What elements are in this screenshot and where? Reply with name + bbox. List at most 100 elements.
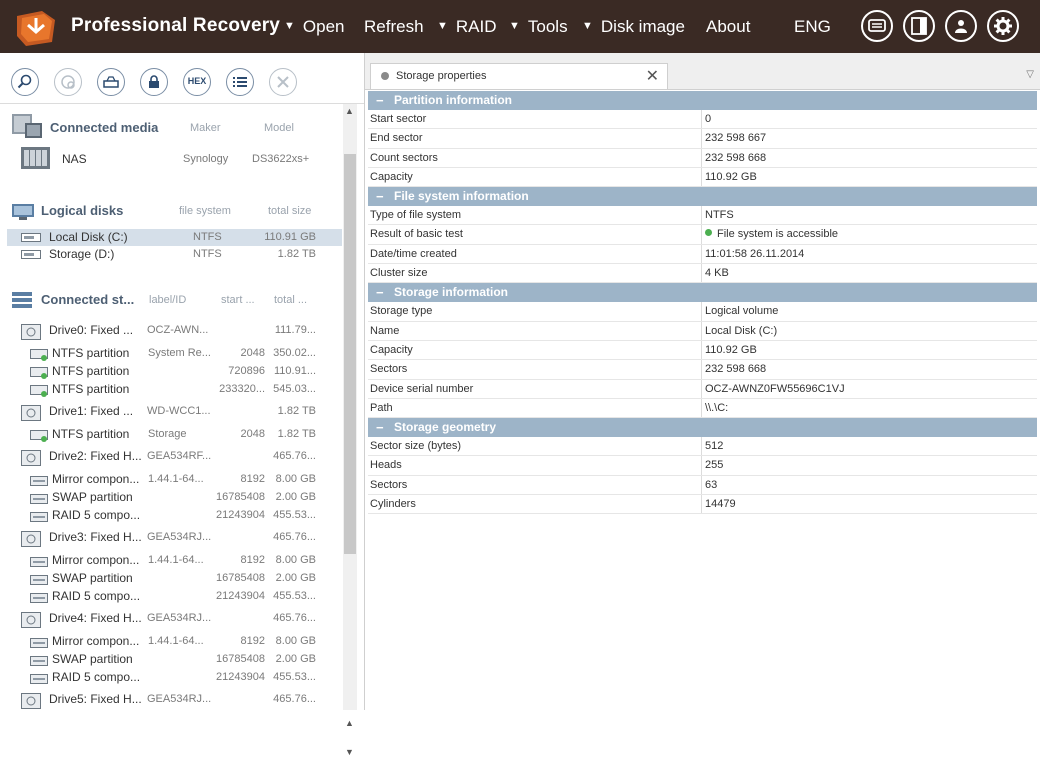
close-button[interactable] [269,68,297,96]
property-row[interactable]: Storage type Logical volume [368,302,1037,322]
drive-item[interactable]: Drive3: Fixed H... [49,530,142,544]
group-header[interactable]: − File system information [368,187,1037,207]
property-row[interactable]: Result of basic test File system is acces… [368,225,1037,245]
drive-item[interactable]: Drive0: Fixed ... [49,323,133,337]
column-divider [701,225,702,244]
drive-item[interactable]: Drive4: Fixed H... [49,611,142,625]
col-total: total ... [274,294,308,306]
media-item[interactable]: NAS [62,152,87,166]
group-header[interactable]: − Storage information [368,283,1037,303]
partition-item[interactable]: NTFS partition [52,382,129,396]
settings-button[interactable] [987,10,1019,42]
search-button[interactable] [11,68,39,96]
storage-start: 21243904 [216,509,265,521]
property-row[interactable]: Date/time created 11:01:58 26.11.2014 [368,244,1037,265]
property-row[interactable]: Device serial number OCZ-AWNZ0FW55696C1VJ [368,379,1037,399]
drive-button[interactable] [97,68,125,96]
property-row[interactable]: Sectors 63 [368,475,1037,496]
dropdown-arrow-icon: ▼ [284,20,295,32]
collapse-icon[interactable]: − [376,91,384,110]
raid-component-icon [30,557,48,567]
partition-item[interactable]: SWAP partition [52,490,133,504]
property-row[interactable]: Sector size (bytes) 512 [368,437,1037,457]
partition-item[interactable]: Mirror compon... [52,553,139,567]
tab-menu-icon[interactable]: ▽ [1026,69,1034,80]
user-button[interactable] [945,10,977,42]
partition-icon [30,349,48,361]
storage-start: 8192 [240,473,265,485]
tab-close-icon[interactable]: ✕ [646,66,659,86]
partition-item[interactable]: RAID 5 compo... [52,508,140,522]
panel-button[interactable] [903,10,935,42]
storage-size: 8.00 GB [275,554,316,566]
dropdown-arrow-icon: ▼ [509,20,520,32]
storage-size: 2.00 GB [275,572,316,584]
partition-item[interactable]: SWAP partition [52,652,133,666]
logical-disk-item[interactable]: Local Disk (C:) [49,230,128,244]
menu-about[interactable]: About [706,17,750,37]
property-row[interactable]: Capacity 110.92 GB [368,340,1037,361]
scroll-down-icon[interactable]: ▼ [345,747,354,757]
storage-start: 233320... [219,383,265,395]
logical-disk-item[interactable]: Storage (D:) [49,247,114,261]
partition-item[interactable]: NTFS partition [52,346,129,360]
tab-bar: Storage properties ✕ ▽ [365,53,1040,90]
collapse-icon[interactable]: − [376,187,384,206]
menu-open[interactable]: ▼ Open [284,17,344,37]
property-row[interactable]: Cylinders 14479 [368,495,1037,515]
property-row[interactable]: Name Local Disk (C:) [368,321,1037,341]
scan-button[interactable] [54,68,82,96]
menu-disk-image[interactable]: ▼ Disk image [582,17,685,37]
column-divider [701,206,702,225]
property-row[interactable]: End sector 232 598 667 [368,129,1037,149]
user-icon [955,20,967,33]
partition-item[interactable]: RAID 5 compo... [52,589,140,603]
partition-item[interactable]: NTFS partition [52,427,129,441]
menu-language[interactable]: ENG [794,17,831,37]
scrollbar[interactable]: ▲ ▲ ▼ [343,104,357,757]
group-header[interactable]: − Storage geometry [368,418,1037,438]
property-value: 11:01:58 26.11.2014 [705,247,805,260]
group-header[interactable]: − Partition information [368,91,1037,110]
partition-item[interactable]: RAID 5 compo... [52,670,140,684]
storage-label: GEA534RJ... [147,693,212,705]
raid-component-icon [30,638,48,648]
storage-start: 8192 [240,635,265,647]
property-row[interactable]: Capacity 110.92 GB [368,167,1037,188]
property-row[interactable]: Type of file system NTFS [368,206,1037,226]
chat-button[interactable] [861,10,893,42]
scrollbar-thumb[interactable] [344,154,356,554]
logical-disk-size: 110.91 GB [264,231,316,243]
scroll-up-icon[interactable]: ▲ [345,106,354,116]
hdd-icon [21,405,41,421]
drive-item[interactable]: Drive5: Fixed H... [49,692,142,706]
scroll-up-icon[interactable]: ▲ [345,718,354,728]
collapse-icon[interactable]: − [376,418,384,437]
property-row[interactable]: Cluster size 4 KB [368,264,1037,284]
property-row[interactable]: Count sectors 232 598 668 [368,148,1037,168]
property-row[interactable]: Path \\.\C: [368,398,1037,419]
drive-item[interactable]: Drive2: Fixed H... [49,449,142,463]
panel-icon [911,17,927,35]
partition-item[interactable]: Mirror compon... [52,634,139,648]
partition-item[interactable]: SWAP partition [52,571,133,585]
collapse-icon[interactable]: − [376,283,384,302]
drive-item[interactable]: Drive1: Fixed ... [49,404,133,418]
property-key: Sectors [370,478,408,491]
menu-refresh[interactable]: Refresh [364,17,424,37]
group-title: Storage information [394,285,509,300]
menu-tools[interactable]: ▼ Tools [509,17,568,37]
right-pane: Storage properties ✕ ▽ − Partition inform… [365,53,1040,710]
property-row[interactable]: Heads 255 [368,456,1037,476]
hex-button[interactable]: HEX [183,68,211,96]
list-button[interactable] [226,68,254,96]
property-row[interactable]: Start sector 0 [368,110,1037,130]
property-key: Storage type [370,305,433,318]
tab-storage-properties[interactable]: Storage properties ✕ [370,63,668,89]
partition-item[interactable]: Mirror compon... [52,472,139,486]
property-row[interactable]: Sectors 232 598 668 [368,360,1037,380]
partition-item[interactable]: NTFS partition [52,364,129,378]
lock-button[interactable] [140,68,168,96]
property-value: OCZ-AWNZ0FW55696C1VJ [705,382,845,395]
menu-raid[interactable]: ▼ RAID [437,17,497,37]
